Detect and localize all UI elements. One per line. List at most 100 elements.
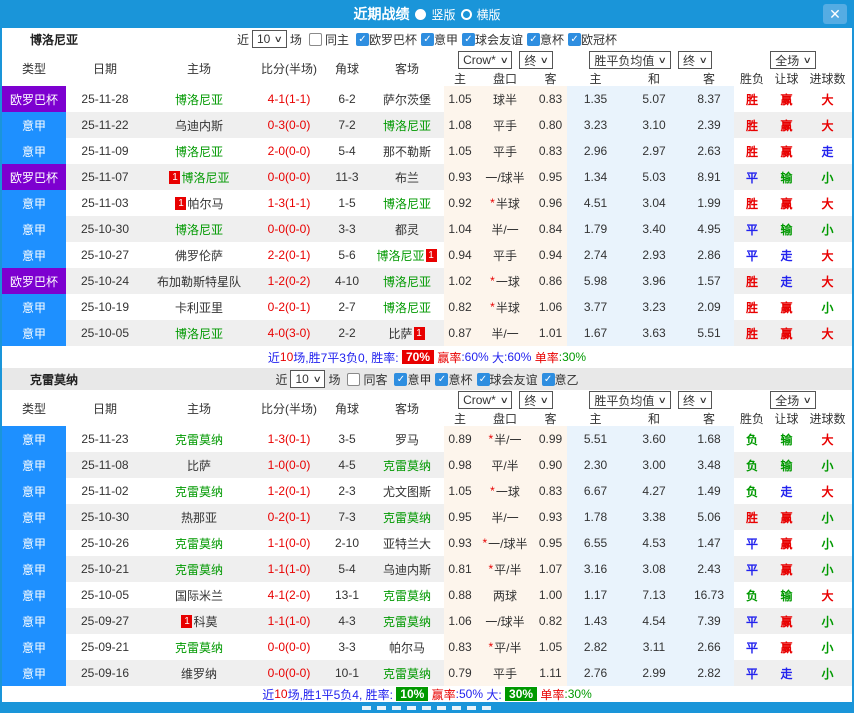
- team-name: 克雷莫纳: [382, 510, 431, 525]
- league-checkbox[interactable]: ✓: [527, 32, 540, 46]
- league-type-cell: 欧罗巴杯: [2, 268, 66, 294]
- league-checkbox[interactable]: ✓: [476, 372, 490, 386]
- avg-odds-select[interactable]: 胜平负均值 ∨: [589, 51, 671, 69]
- bookmaker-select[interactable]: Crow* ∨: [458, 391, 513, 409]
- avg-draw-odds-cell: 3.00: [624, 452, 684, 478]
- summary-segment: :60%: [504, 350, 532, 364]
- fulltime-select[interactable]: 全场 ∨: [770, 51, 816, 69]
- final-odds-select[interactable]: 终 ∨: [519, 51, 553, 69]
- chevron-down-icon: ∨: [499, 394, 509, 405]
- crow-away-odds-cell: 0.80: [534, 112, 567, 138]
- result-goals-cell: 小: [821, 562, 834, 577]
- score-cell: 1-1(0-0): [267, 536, 311, 550]
- team-name: 卡利亚里: [174, 300, 223, 315]
- home-team-cell: 克雷莫纳: [144, 478, 254, 504]
- corner-cell: 10-1: [334, 666, 360, 680]
- league-checkbox[interactable]: ✓: [568, 32, 582, 46]
- match-count-select[interactable]: 10 ∨: [290, 370, 326, 388]
- league-checkbox[interactable]: ✓: [435, 372, 449, 386]
- table-row: 意甲 25-10-05 博洛尼亚 4-0(3-0) 2-2 比萨 1 0.87 半/一 1.01 1…: [2, 320, 852, 346]
- league-checkbox[interactable]: ✓: [461, 32, 475, 46]
- crow-away-odds-cell: 0.90: [534, 452, 567, 478]
- home-team-cell: 克雷莫纳: [144, 530, 254, 556]
- date-cell: 25-11-07: [81, 170, 129, 184]
- red-star: *: [488, 432, 494, 446]
- result-handicap-cell: 赢: [780, 326, 793, 341]
- league-checkbox[interactable]: ✓: [420, 32, 434, 46]
- result-handicap-cell: 赢: [780, 118, 793, 133]
- away-team-cell: 乌迪内斯: [370, 556, 444, 582]
- league-label: 意甲: [407, 372, 432, 387]
- league-checkbox[interactable]: ✓: [394, 372, 408, 386]
- crow-home-odds-cell: 0.83: [444, 634, 476, 660]
- col-score: 比分(半场): [261, 401, 317, 416]
- home-team-cell: 1 科莫: [144, 608, 254, 634]
- avg-away-odds-cell: 3.48: [684, 452, 734, 478]
- league-label: 欧冠杯: [581, 32, 618, 47]
- col-crow-away: 客: [544, 411, 557, 426]
- final-avg-select[interactable]: 终 ∨: [678, 51, 712, 69]
- avg-draw-odds-cell: 4.53: [624, 530, 684, 556]
- away-team-cell: 博洛尼亚: [370, 112, 444, 138]
- col-handicap: 盘口: [492, 411, 517, 426]
- avg-draw-odds-cell: 3.23: [624, 294, 684, 320]
- crow-home-odds-cell: 0.82: [444, 294, 476, 320]
- handicap-text: 平手: [492, 248, 517, 263]
- score-cell: 1-0(0-0): [267, 458, 311, 472]
- avg-away-odds-cell: 16.73: [684, 582, 734, 608]
- league-label: 欧罗巴杯: [368, 32, 417, 47]
- table-row: 意甲 25-10-19 卡利亚里 0-2(0-1) 2-7 博洛尼亚 0.82 * 半球 1.06…: [2, 294, 852, 320]
- bookmaker-select[interactable]: Crow* ∨: [458, 51, 513, 69]
- team-name: 博洛尼亚: [174, 144, 223, 159]
- match-count-select[interactable]: 10 ∨: [251, 30, 287, 48]
- result-handicap-cell: 走: [780, 666, 793, 681]
- result-goals-cell: 大: [821, 588, 834, 603]
- result-goals-cell: 大: [821, 274, 834, 289]
- final-odds-select[interactable]: 终 ∨: [519, 391, 553, 409]
- handicap-cell: * 一球: [476, 268, 534, 294]
- vertical-layout-radio[interactable]: [415, 8, 427, 20]
- league-type-cell: 意甲: [2, 216, 66, 242]
- table-row: 欧罗巴杯 25-11-07 1 博洛尼亚 0-0(0-0) 11-3 布兰 0.93 一/球半 0…: [2, 164, 852, 190]
- final-odds-value: 终: [524, 393, 537, 408]
- crow-away-odds-cell: 0.99: [534, 426, 567, 452]
- avg-odds-select[interactable]: 胜平负均值 ∨: [589, 391, 671, 409]
- result-handicap-cell: 赢: [780, 640, 793, 655]
- table-row: 意甲 25-10-05 国际米兰 4-1(2-0) 13-1 克雷莫纳 0.88 两球 1.00…: [2, 582, 852, 608]
- score-cell: 4-1(1-1): [267, 92, 311, 106]
- avg-home-odds-cell: 2.76: [567, 660, 624, 686]
- close-icon[interactable]: ✕: [823, 4, 847, 24]
- league-type-cell: 意甲: [2, 582, 66, 608]
- bologna-match-table: 欧罗巴杯 25-11-28 博洛尼亚 4-1(1-1) 6-2 萨尔茨堡 1.05 球半 0.8…: [2, 86, 852, 346]
- summary-segment: 近: [267, 350, 280, 365]
- score-cell: 1-1(1-0): [267, 562, 311, 576]
- fulltime-select[interactable]: 全场 ∨: [770, 391, 816, 409]
- handicap-text: 平/半: [494, 640, 522, 655]
- team-name: 博洛尼亚: [382, 118, 431, 133]
- avg-draw-odds-cell: 3.11: [624, 634, 684, 660]
- avg-home-odds-cell: 1.67: [567, 320, 624, 346]
- same-home-checkbox[interactable]: [308, 32, 322, 46]
- result-handicap-cell: 输: [780, 458, 793, 473]
- chevron-down-icon: ∨: [802, 394, 813, 405]
- chevron-down-icon: ∨: [499, 54, 509, 65]
- result-handicap-cell: 输: [780, 432, 793, 447]
- same-away-checkbox[interactable]: [347, 372, 361, 386]
- horizontal-layout-radio[interactable]: [460, 8, 472, 20]
- avg-away-odds-cell: 7.39: [684, 608, 734, 634]
- league-checkbox[interactable]: ✓: [541, 372, 555, 386]
- team-name: 那不勒斯: [382, 144, 431, 159]
- table-row: 欧罗巴杯 25-11-28 博洛尼亚 4-1(1-1) 6-2 萨尔茨堡 1.05 球半 0.8…: [2, 86, 852, 112]
- away-team-cell: 克雷莫纳: [370, 452, 444, 478]
- league-checkbox[interactable]: ✓: [355, 32, 369, 46]
- avg-home-odds-cell: 6.67: [567, 478, 624, 504]
- avg-away-odds-cell: 2.43: [684, 556, 734, 582]
- score-cell: 0-0(0-0): [267, 222, 311, 236]
- crow-home-odds-cell: 1.04: [444, 216, 476, 242]
- table-row: 欧罗巴杯 25-10-24 布加勒斯特星队 1-2(0-2) 4-10 博洛尼亚 1.02 *…: [2, 268, 852, 294]
- team-name: 博洛尼亚: [376, 248, 425, 263]
- crow-away-odds-cell: 1.05: [534, 634, 567, 660]
- corner-cell: 11-3: [335, 170, 359, 184]
- final-avg-select[interactable]: 终 ∨: [678, 391, 712, 409]
- cremonese-filters: 近 10 ∨ 场 同客 ✓ 意甲 ✓ 意杯 ✓ 球会友谊 ✓ 意乙: [275, 370, 579, 388]
